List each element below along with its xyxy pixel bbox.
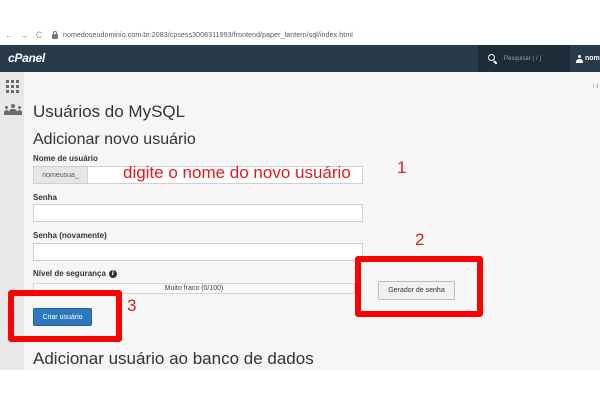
annotation-number-2: 2	[415, 230, 425, 249]
user-name: nome	[585, 55, 600, 62]
url-text[interactable]: nomedoseudominio.com.br:2083/cpsess30083…	[63, 32, 353, 39]
password-label: Senha	[33, 193, 58, 202]
forward-icon[interactable]: →	[18, 30, 30, 40]
cpanel-top-bar: cPanel Pesquisar ( / ) nome	[0, 45, 600, 72]
section-title: Adicionar novo usuário	[33, 131, 196, 148]
page-title: Usuários do MySQL	[33, 102, 186, 121]
user-icon	[576, 54, 583, 63]
annotation-instruction: digite o nome do novo usuário	[123, 163, 351, 182]
bottom-margin	[0, 370, 600, 400]
password-confirm-label: Senha (novamente)	[33, 231, 107, 240]
cpanel-logo[interactable]: cPanel	[8, 51, 45, 65]
strength-label-text: Nível de segurança	[33, 269, 106, 278]
username-label: Nome de usuário	[33, 154, 98, 163]
top-link[interactable]: ↑ I	[592, 84, 598, 90]
back-icon[interactable]: ←	[3, 30, 15, 40]
users-icon[interactable]	[4, 104, 22, 116]
grid-icon[interactable]	[6, 80, 19, 93]
search-icon	[488, 53, 498, 64]
annotation-box-3	[8, 290, 122, 342]
annotation-number-3: 3	[127, 296, 137, 315]
annotation-box-2	[355, 256, 483, 317]
strength-label: Nível de segurança i	[33, 269, 117, 278]
search-placeholder: Pesquisar ( / )	[504, 55, 542, 62]
password-input[interactable]	[33, 204, 363, 222]
info-icon[interactable]: i	[108, 269, 117, 278]
annotation-number-1: 1	[397, 158, 407, 177]
browser-url-bar: ← → C nomedoseudominio.com.br:2083/cpses…	[0, 25, 600, 45]
reload-icon[interactable]: C	[33, 30, 45, 40]
screenshot-frame: ← → C nomedoseudominio.com.br:2083/cpses…	[0, 0, 600, 400]
password-confirm-input[interactable]	[33, 243, 363, 261]
add-user-to-database-title: Adicionar usuário ao banco de dados	[33, 349, 314, 368]
username-prefix: nomeusua_	[33, 166, 88, 184]
lock-icon	[51, 31, 59, 39]
search-input[interactable]: Pesquisar ( / )	[478, 45, 570, 72]
strength-meter-text: Muito fraco (0/100)	[164, 285, 224, 292]
user-menu[interactable]: nome	[576, 45, 600, 72]
